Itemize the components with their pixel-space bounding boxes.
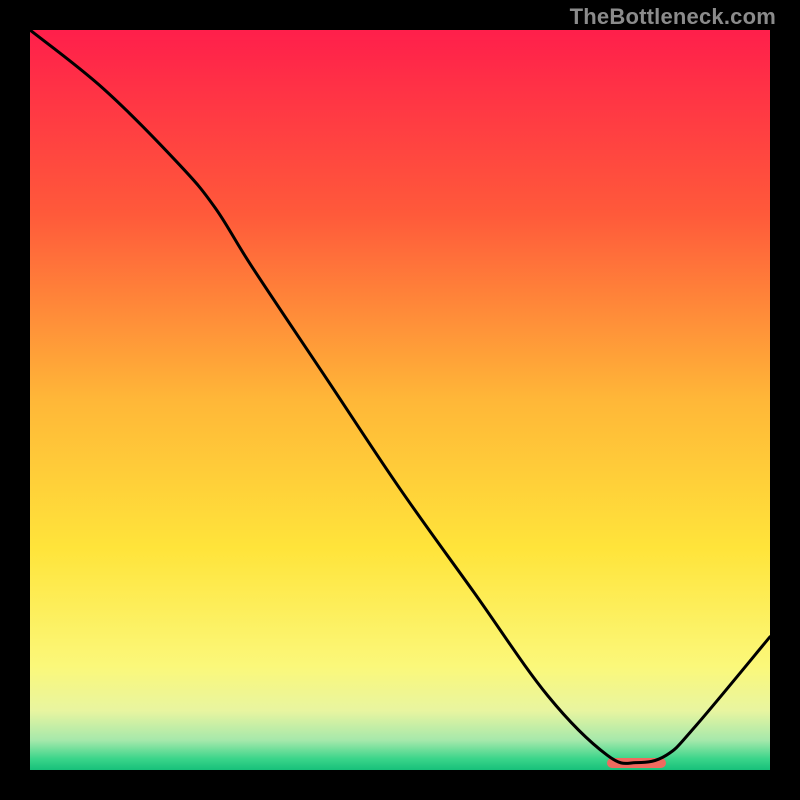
- chart-frame: TheBottleneck.com: [0, 0, 800, 800]
- bottleneck-curve: [30, 30, 770, 770]
- curve-path: [30, 30, 770, 763]
- watermark-text: TheBottleneck.com: [570, 4, 776, 30]
- plot-area: [30, 30, 770, 770]
